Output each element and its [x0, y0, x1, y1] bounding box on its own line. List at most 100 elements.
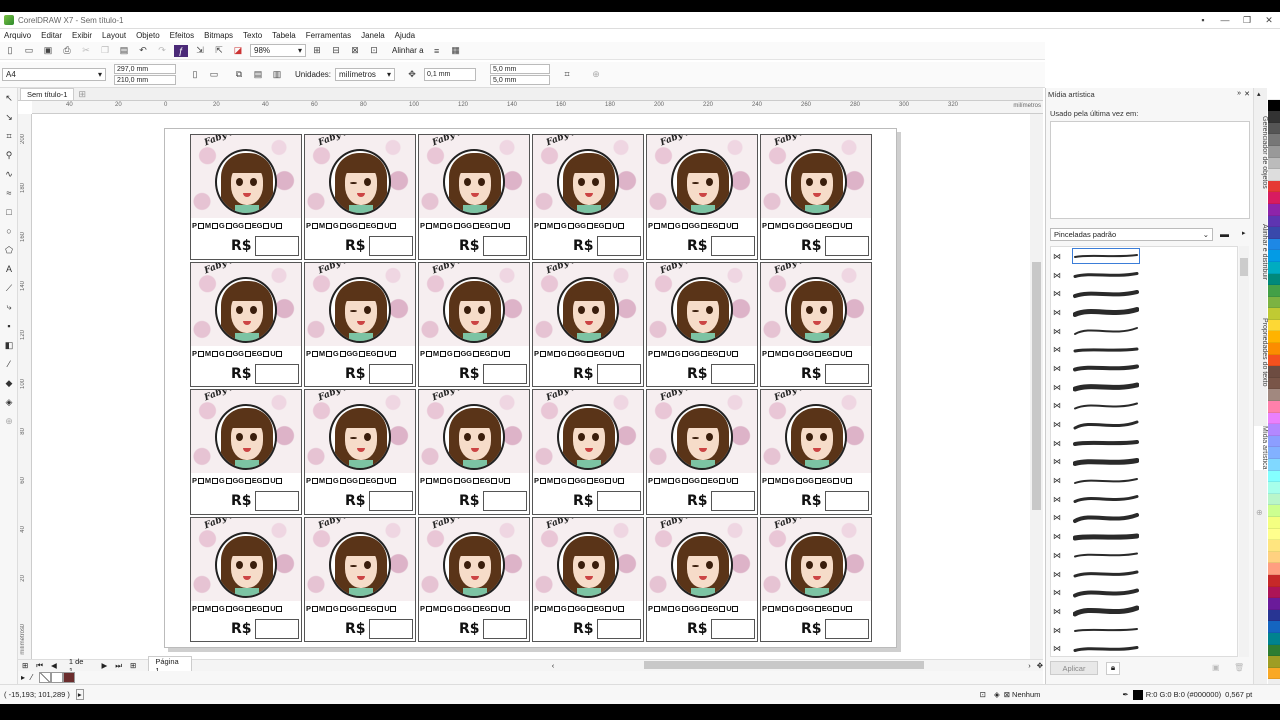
page-options-icon[interactable]: ⊞	[22, 661, 28, 670]
browse-folder-icon[interactable]: ▬	[1220, 229, 1229, 239]
menu-ferramentas[interactable]: Ferramentas	[306, 31, 351, 40]
stroke-preset[interactable]: ⋈	[1051, 303, 1237, 322]
horizontal-scroll-thumb[interactable]	[644, 661, 924, 669]
color-swatch[interactable]	[1268, 377, 1280, 390]
stroke-preset[interactable]: ⋈	[1051, 453, 1237, 472]
tab-artistic-media[interactable]: Mídia artística	[1254, 426, 1268, 470]
stroke-preset[interactable]: ⋈	[1051, 247, 1237, 266]
ellipse-tool-icon[interactable]: ○	[3, 225, 15, 237]
menu-ajuda[interactable]: Ajuda	[395, 31, 415, 40]
fill-icon[interactable]: ◈	[994, 690, 1000, 699]
outline-pen-icon[interactable]: ✒	[1122, 690, 1128, 699]
price-label-card[interactable]: Faby Películas e ModinhasPMGGGEGUR$	[190, 134, 302, 260]
interactive-fill-icon[interactable]: ◆	[3, 377, 15, 389]
price-label-card[interactable]: Faby Películas e ModinhasPMGGGEGUR$	[532, 261, 644, 387]
color-swatch[interactable]	[1268, 621, 1280, 633]
bar-chart-icon[interactable]: ▥	[270, 69, 284, 81]
play-icon[interactable]: ▸	[75, 689, 84, 700]
close-button[interactable]: ✕	[1258, 12, 1280, 28]
save-icon[interactable]: ▣	[41, 45, 55, 57]
guidelines-icon[interactable]: ⊡	[367, 45, 381, 57]
menu-objeto[interactable]: Objeto	[136, 31, 160, 40]
add-tab-icon[interactable]: ⊞	[78, 89, 86, 100]
color-swatch[interactable]	[1268, 227, 1280, 239]
color-swatch[interactable]	[1268, 516, 1280, 529]
eyedropper-icon[interactable]: ⁄	[3, 358, 15, 370]
shape-tool-icon[interactable]: ↘	[3, 111, 15, 123]
color-swatch[interactable]	[1268, 563, 1280, 575]
color-swatch[interactable]	[1268, 273, 1280, 286]
nudge-field[interactable]: 0,1 mm	[424, 68, 477, 81]
current-page-icon[interactable]: ▤	[251, 69, 265, 81]
portrait-icon[interactable]: ▯	[188, 69, 202, 81]
eyedropper-icon[interactable]: ⁄	[31, 673, 32, 682]
price-label-card[interactable]: Faby Películas e ModinhasPMGGGEGUR$	[418, 516, 530, 642]
stroke-preset[interactable]: ⋈	[1051, 583, 1237, 602]
menu-texto[interactable]: Texto	[243, 31, 262, 40]
add-icon[interactable]: ⊕	[589, 69, 603, 81]
color-swatch[interactable]	[1268, 505, 1280, 517]
outline-color-swatch[interactable]	[1132, 689, 1143, 700]
color-swatch[interactable]	[1268, 586, 1280, 599]
smart-fill-icon[interactable]: ◈	[3, 396, 15, 408]
color-swatch[interactable]	[1268, 389, 1280, 402]
import-icon[interactable]: ⇲	[193, 45, 207, 57]
stroke-preset[interactable]: ⋈	[1051, 378, 1237, 397]
price-label-card[interactable]: Faby Películas e ModinhasPMGGGEGUR$	[190, 389, 302, 515]
color-swatch[interactable]	[1268, 180, 1280, 193]
landscape-icon[interactable]: ▭	[207, 69, 221, 81]
color-swatch[interactable]	[1268, 250, 1280, 262]
save-stroke-icon[interactable]: ▣	[1212, 663, 1220, 672]
grid-icon[interactable]: ⊠	[348, 45, 362, 57]
color-swatch[interactable]	[1268, 470, 1280, 483]
open-icon[interactable]: ▭	[22, 45, 36, 57]
print-icon[interactable]: ⎙	[60, 45, 74, 57]
stroke-preset[interactable]: ⋈	[1051, 266, 1237, 285]
color-swatch[interactable]	[1268, 343, 1280, 355]
color-swatch[interactable]	[1268, 551, 1280, 564]
color-swatch[interactable]	[1268, 215, 1280, 228]
price-label-card[interactable]: Faby Películas e ModinhasPMGGGEGUR$	[304, 261, 416, 387]
color-swatch[interactable]	[1268, 528, 1280, 541]
all-pages-icon[interactable]: ⧉	[232, 69, 246, 81]
treat-as-filled-icon[interactable]: ⌗	[560, 69, 574, 81]
dup-x-field[interactable]: 5,0 mm	[490, 64, 551, 74]
price-label-card[interactable]: Faby Películas e ModinhasPMGGGEGUR$	[646, 516, 758, 642]
price-label-card[interactable]: Faby Películas e ModinhasPMGGGEGUR$	[304, 389, 416, 515]
redo-icon[interactable]: ↷	[155, 45, 169, 57]
price-label-card[interactable]: Faby Películas e ModinhasPMGGGEGUR$	[646, 134, 758, 260]
color-swatch[interactable]	[1268, 88, 1280, 100]
next-page-icon[interactable]: ▶	[102, 661, 108, 670]
menu-exibir[interactable]: Exibir	[72, 31, 92, 40]
parallel-dimension-icon[interactable]: ⟋	[3, 282, 15, 294]
connector-tool-icon[interactable]: ⤷	[3, 301, 15, 313]
color-swatch[interactable]	[1268, 459, 1280, 471]
drop-shadow-icon[interactable]: ▪	[3, 320, 15, 332]
color-swatch[interactable]	[1268, 656, 1280, 668]
add-page-icon[interactable]: ⊞	[130, 661, 136, 670]
polygon-tool-icon[interactable]: ⬠	[3, 244, 15, 256]
no-color-swatch[interactable]	[39, 672, 52, 683]
pdf-icon[interactable]: ◪	[231, 45, 245, 57]
tab-document[interactable]: Sem título-1	[20, 88, 75, 100]
color-swatch[interactable]	[1268, 667, 1280, 680]
price-label-card[interactable]: Faby Películas e ModinhasPMGGGEGUR$	[304, 516, 416, 642]
price-label-card[interactable]: Faby Películas e ModinhasPMGGGEGUR$	[418, 389, 530, 515]
price-label-card[interactable]: Faby Películas e ModinhasPMGGGEGUR$	[760, 389, 872, 515]
price-label-card[interactable]: Faby Películas e ModinhasPMGGGEGUR$	[532, 389, 644, 515]
color-swatch[interactable]	[1268, 493, 1280, 506]
new-icon[interactable]: ▯	[3, 45, 17, 57]
color-swatch[interactable]	[1268, 169, 1280, 181]
menu-bitmaps[interactable]: Bitmaps	[204, 31, 233, 40]
stroke-preset[interactable]: ⋈	[1051, 546, 1237, 565]
menu-arquivo[interactable]: Arquivo	[4, 31, 31, 40]
color-swatch[interactable]	[1268, 157, 1280, 170]
color-swatch[interactable]	[1268, 145, 1280, 158]
launch-icon[interactable]: ▦	[449, 45, 463, 57]
apply-button[interactable]: Aplicar	[1050, 661, 1098, 675]
docker-close-icon[interactable]: ✕	[1244, 90, 1250, 98]
page-height-field[interactable]: 210,0 mm	[114, 75, 176, 85]
menu-editar[interactable]: Editar	[41, 31, 62, 40]
stroke-list-scroll-thumb[interactable]	[1240, 258, 1248, 276]
color-swatch[interactable]	[1268, 401, 1280, 413]
